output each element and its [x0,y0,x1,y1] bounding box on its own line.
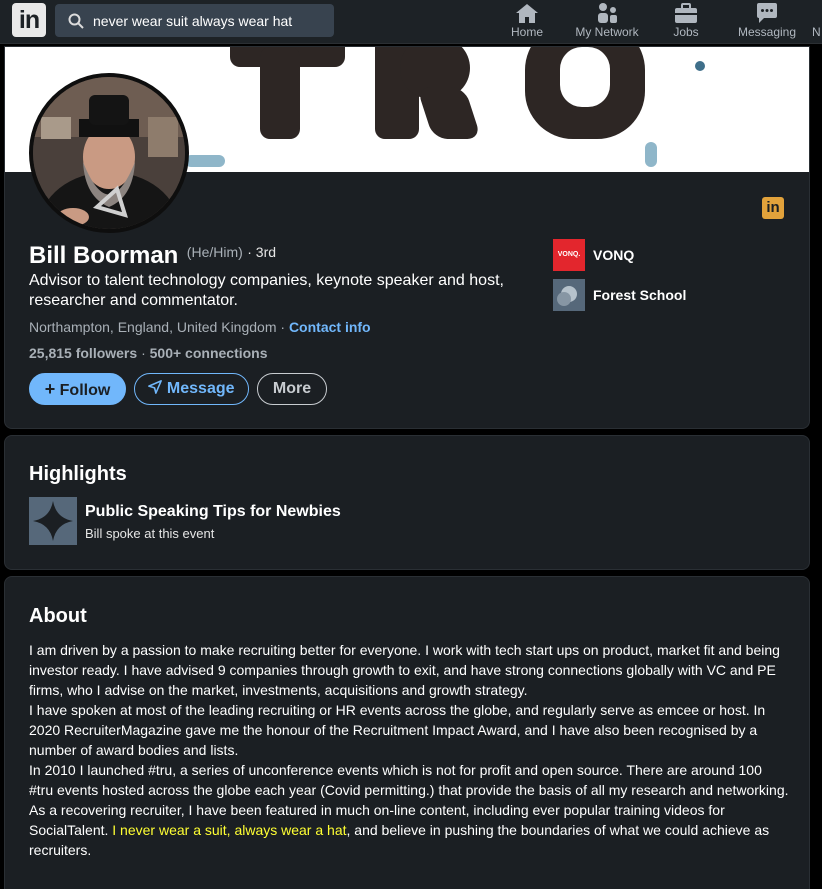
nav-notifications[interactable]: N [812,0,822,44]
about-paragraph: As a recovering recruiter, I have been f… [29,800,789,860]
top-nav-bar: in Home My Network Jobs [0,0,822,44]
profile-stats: 25,815 followers · 500+ connections [29,345,268,361]
connections-count[interactable]: 500+ connections [150,345,268,361]
search-bar[interactable] [55,4,334,37]
home-icon [516,4,538,23]
more-button[interactable]: More [257,373,327,405]
about-paragraph: I have spoken at most of the leading rec… [29,702,766,758]
connection-degree: · 3rd [247,244,277,260]
send-icon [148,380,163,394]
briefcase-icon [675,3,697,23]
profile-headline: Advisor to talent technology companies, … [29,272,504,309]
about-title: About [29,605,87,627]
profile-avatar[interactable] [29,73,189,233]
nav-notifications-label: N [812,25,821,39]
forest-school-logo-icon [553,279,585,311]
plus-icon: + [44,379,56,399]
highlights-card: Highlights Public Speaking Tips for Newb… [4,435,810,570]
messaging-icon [757,3,777,23]
name-row: Bill Boorman (He/Him) · 3rd [29,242,276,270]
more-button-label: More [272,380,312,397]
nav-home[interactable]: Home [507,0,547,44]
nav-messaging[interactable]: Messaging [736,0,798,44]
org-forest-school-name: Forest School [593,287,687,303]
nav-jobs-label: Jobs [673,25,699,39]
nav-home-label: Home [510,25,543,39]
message-button-label: Message [166,380,235,397]
about-card: About I am driven by a passion to make r… [4,576,810,889]
org-vonq-name: VONQ [593,247,635,263]
network-icon [598,3,617,23]
linkedin-badge-icon[interactable]: in [762,197,784,219]
about-text: I am driven by a passion to make recruit… [29,640,789,860]
message-button[interactable]: Message [134,373,249,405]
about-paragraph: I am driven by a passion to make recruit… [29,642,780,698]
contact-info-link[interactable]: Contact info [289,319,371,335]
vonq-logo-icon: VONQ. [553,239,585,271]
follow-button[interactable]: + Follow [29,373,126,405]
about-paragraph: In 2010 I launched #tru, a series of unc… [29,762,789,798]
highlight-item-subtitle: Bill spoke at this event [85,526,215,541]
follow-button-label: Follow [59,382,111,399]
nav-jobs[interactable]: Jobs [668,0,704,44]
search-highlight: I never wear a suit, always wear a hat [108,822,347,838]
nav-my-network[interactable]: My Network [572,0,642,44]
highlights-title: Highlights [29,463,127,485]
event-icon [29,497,77,545]
profile-name: Bill Boorman [29,242,179,269]
profile-pronouns: (He/Him) [186,244,243,260]
avatar-photo [33,77,185,229]
profile-card: in Bill Boorman (He/Him) · 3rd Advisor t… [4,46,810,429]
nav-messaging-label: Messaging [737,25,797,39]
highlight-item-title[interactable]: Public Speaking Tips for Newbies [85,503,341,521]
profile-location-row: Northampton, England, United Kingdom · C… [29,319,371,335]
location-separator: · [280,319,286,335]
linkedin-logo-icon[interactable]: in [12,3,46,37]
followers-count[interactable]: 25,815 followers [29,345,137,361]
search-icon [68,13,84,29]
search-input[interactable] [93,4,329,37]
profile-location: Northampton, England, United Kingdom [29,319,277,335]
nav-my-network-label: My Network [575,25,639,39]
